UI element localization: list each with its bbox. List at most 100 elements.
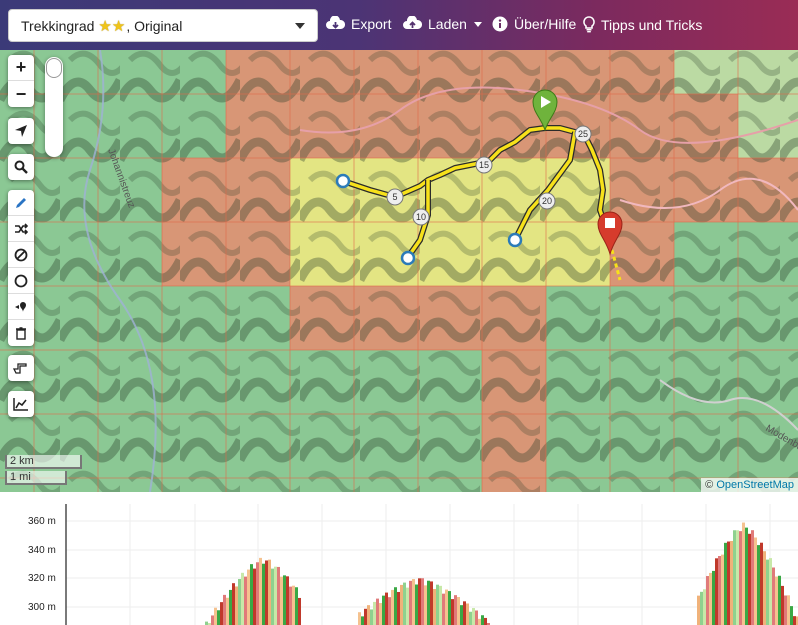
elevation-segment bbox=[412, 579, 415, 625]
elevation-chart-icon bbox=[13, 398, 28, 411]
locate-control bbox=[8, 118, 34, 144]
elevation-chart-button[interactable] bbox=[8, 391, 34, 417]
via-point[interactable] bbox=[335, 173, 351, 189]
elevation-segment bbox=[775, 576, 778, 625]
hand-button[interactable] bbox=[8, 355, 34, 381]
elevation-segment bbox=[400, 584, 403, 625]
chevron-down-icon bbox=[473, 21, 482, 27]
y-tick-300: 300 m bbox=[28, 602, 56, 613]
distance-marker-25: 25 bbox=[574, 125, 592, 143]
zoom-out-button[interactable]: − bbox=[8, 81, 34, 107]
routing-profile-select[interactable]: Trekkingrad ★★ , Original bbox=[8, 9, 318, 42]
elevation-segment bbox=[751, 530, 754, 625]
via-point[interactable] bbox=[400, 250, 416, 266]
elevation-segment bbox=[409, 580, 412, 625]
elevation-segment bbox=[730, 540, 733, 625]
elevation-segment bbox=[700, 591, 703, 625]
zoom-slider[interactable] bbox=[45, 57, 63, 157]
poi-button[interactable] bbox=[8, 294, 34, 320]
elevation-segment bbox=[703, 589, 706, 625]
reverse-route-button[interactable] bbox=[8, 216, 34, 242]
elevation-segment bbox=[436, 584, 439, 625]
no-go-area-button[interactable] bbox=[8, 242, 34, 268]
locate-button[interactable] bbox=[8, 118, 34, 144]
elevation-segment bbox=[277, 566, 280, 625]
osm-attribution-link[interactable]: OpenStreetMap bbox=[716, 479, 794, 491]
elevation-segment bbox=[391, 589, 394, 625]
elevation-segment bbox=[466, 603, 469, 625]
via-point[interactable] bbox=[507, 232, 523, 248]
elevation-segment bbox=[223, 594, 226, 625]
elevation-segment bbox=[229, 589, 232, 625]
search-icon bbox=[14, 160, 28, 174]
elevation-segment bbox=[292, 585, 295, 625]
elevation-segment bbox=[295, 587, 298, 625]
y-tick-320: 320 m bbox=[28, 573, 56, 584]
circle-icon bbox=[14, 274, 28, 287]
zoom-slider-handle[interactable] bbox=[46, 58, 62, 78]
elevation-segment bbox=[445, 589, 448, 625]
elevation-segment bbox=[205, 621, 208, 625]
map-view[interactable]: Johannistreuz Modenbach 5 10 15 20 25 + … bbox=[0, 50, 798, 492]
elevation-segment bbox=[781, 585, 784, 625]
elevation-segment bbox=[232, 583, 235, 625]
svg-text:10: 10 bbox=[416, 212, 426, 222]
cloud-upload-icon bbox=[403, 16, 422, 29]
elevation-segment bbox=[721, 554, 724, 625]
elevation-segment bbox=[766, 559, 769, 625]
shuffle-icon bbox=[15, 222, 28, 235]
chevron-down-icon bbox=[295, 23, 305, 29]
delete-icon bbox=[16, 327, 26, 340]
y-tick-360: 360 m bbox=[28, 516, 56, 527]
pencil-icon bbox=[16, 197, 26, 208]
elevation-area[interactable] bbox=[205, 522, 798, 625]
elevation-segment bbox=[226, 597, 229, 625]
search-control bbox=[8, 154, 34, 180]
elevation-segment bbox=[706, 576, 709, 625]
elevation-segment bbox=[739, 531, 742, 625]
elevation-segment bbox=[733, 530, 736, 625]
elevation-segment bbox=[241, 572, 244, 625]
elevation-segment bbox=[484, 617, 487, 625]
elevation-segment bbox=[235, 586, 238, 625]
zoom-control: + − bbox=[8, 55, 34, 107]
stop-icon bbox=[605, 218, 615, 228]
tips-button[interactable]: Tipps und Tricks bbox=[583, 16, 702, 33]
elevation-segment bbox=[421, 578, 424, 625]
about-help-button[interactable]: Über/Hilfe bbox=[492, 16, 576, 32]
zoom-in-button[interactable]: + bbox=[8, 55, 34, 81]
svg-text:5: 5 bbox=[392, 192, 397, 202]
poi-icon bbox=[15, 301, 26, 312]
locate-icon bbox=[15, 125, 27, 137]
elevation-segment bbox=[268, 559, 271, 625]
draw-route-button[interactable] bbox=[8, 190, 34, 216]
top-navigation-bar: Trekkingrad ★★ , Original Export Laden Ü… bbox=[0, 0, 798, 50]
elevation-segment bbox=[724, 542, 727, 625]
hand-icon bbox=[13, 363, 27, 374]
map-attribution: © OpenStreetMap bbox=[701, 478, 798, 492]
elevation-segment bbox=[715, 558, 718, 625]
elevation-segment bbox=[745, 527, 748, 625]
elevation-segment bbox=[361, 616, 364, 625]
elevation-segment bbox=[424, 585, 427, 625]
elevation-segment bbox=[427, 580, 430, 625]
elevation-segment bbox=[790, 606, 793, 625]
elevation-segment bbox=[754, 537, 757, 625]
elevation-segment bbox=[385, 592, 388, 625]
export-button[interactable]: Export bbox=[326, 16, 391, 32]
elevation-segment bbox=[259, 557, 262, 625]
elevation-control bbox=[8, 391, 34, 417]
elevation-segment bbox=[757, 545, 760, 625]
elevation-segment bbox=[712, 570, 715, 625]
search-button[interactable] bbox=[8, 154, 34, 180]
circle-no-go-button[interactable] bbox=[8, 268, 34, 294]
load-menu-button[interactable]: Laden bbox=[403, 16, 482, 32]
export-label: Export bbox=[351, 16, 392, 32]
info-icon bbox=[492, 16, 508, 32]
elevation-segment bbox=[247, 569, 250, 625]
elevation-segment bbox=[784, 595, 787, 625]
svg-text:15: 15 bbox=[479, 160, 489, 170]
cloud-download-icon bbox=[326, 16, 345, 29]
elevation-segment bbox=[742, 522, 745, 625]
delete-route-button[interactable] bbox=[8, 320, 34, 346]
